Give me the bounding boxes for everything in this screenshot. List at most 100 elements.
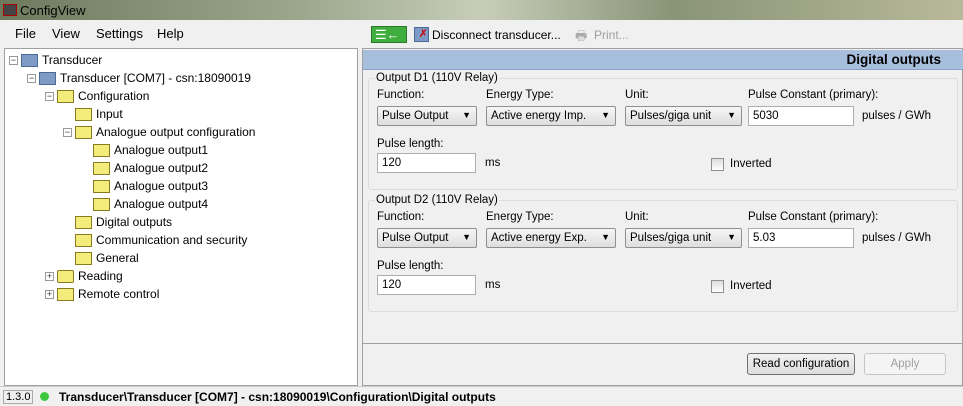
energy-type-label: Energy Type: [486,89,554,101]
energy-type-value: Active energy Exp. [491,232,587,244]
energy-type-label: Energy Type: [486,211,554,223]
tree-item[interactable]: + Remote control [45,285,159,303]
function-value: Pulse Output [382,232,449,244]
folder-edit-icon [93,179,110,193]
apply-button[interactable]: Apply [864,353,946,375]
energy-type-select[interactable]: Active energy Exp. ▼ [486,228,616,248]
device-icon [21,53,38,67]
ms-unit-label: ms [485,157,501,169]
tree-item-label: Transducer [COM7] - csn:18090019 [60,71,251,85]
folder-edit-icon [75,251,92,265]
version-label: 1.3.0 [3,390,34,404]
inverted-label[interactable]: Inverted [730,158,772,170]
tree-item[interactable]: Input [75,105,123,123]
folder-edit-icon [93,197,110,211]
folder-edit-icon [57,89,74,103]
disconnect-icon: ✗ [414,27,429,42]
print-button[interactable]: Print... [594,28,629,42]
menu-view[interactable]: View [52,26,80,41]
group-title: Output D2 (110V Relay) [375,194,499,206]
tree-item-label: Input [96,107,123,121]
pulse-constant-unit: pulses / GWh [862,110,932,122]
tree-item[interactable]: − Transducer [COM7] - csn:18090019 [27,69,251,87]
tree-item[interactable]: + Reading [45,267,123,285]
ms-unit-label: ms [485,279,501,291]
function-select[interactable]: Pulse Output ▼ [377,228,477,248]
tree-item-label: General [96,251,139,265]
output-group-d1: Output D1 (110V Relay) Function: Energy … [368,72,958,190]
pulse-constant-input[interactable]: 5.03 [748,228,854,248]
tree-item-label: Transducer [42,53,103,67]
energy-type-select[interactable]: Active energy Imp. ▼ [486,106,616,126]
menu-help[interactable]: Help [157,26,184,41]
folder-edit-icon [93,143,110,157]
tree-item-label: Remote control [78,287,160,301]
panel-title: Digital outputs [846,52,942,67]
folder-edit-icon [75,233,92,247]
tree-item-label: Digital outputs [96,215,173,229]
menu-settings[interactable]: Settings [96,26,143,41]
tree-item[interactable]: Analogue output2 [93,159,208,177]
tree-item[interactable]: Analogue output3 [93,177,208,195]
folder-icon [57,287,74,301]
unit-value: Pulses/giga unit [630,110,712,122]
dropdown-arrow-icon: ▼ [727,232,736,242]
output-group-d2: Output D2 (110V Relay) Function: Energy … [368,194,958,312]
status-path: Transducer\Transducer [COM7] - csn:18090… [59,390,496,404]
dropdown-arrow-icon: ▼ [727,110,736,120]
group-title: Output D1 (110V Relay) [375,72,499,84]
dropdown-arrow-icon: ▼ [601,232,610,242]
pulse-length-input[interactable]: 120 [377,275,476,295]
tree-item-label: Analogue output2 [114,161,209,175]
read-configuration-button[interactable]: Read configuration [747,353,855,375]
energy-type-value: Active energy Imp. [491,110,587,122]
function-select[interactable]: Pulse Output ▼ [377,106,477,126]
tree-item[interactable]: − Transducer [9,51,102,69]
title-bar: ConfigView [0,0,963,20]
navigation-tree[interactable]: − Transducer − Transducer [COM7] - csn:1809… [4,48,358,386]
inverted-checkbox[interactable] [711,158,724,171]
tree-item-label: Reading [78,269,123,283]
unit-label: Unit: [625,89,649,101]
disconnect-button[interactable]: Disconnect transducer... [432,28,561,42]
tree-item[interactable]: Analogue output1 [93,141,208,159]
tree-item[interactable]: General [75,249,139,267]
tree-item[interactable]: − Configuration [45,87,149,105]
menu-file[interactable]: File [15,26,36,41]
unit-value: Pulses/giga unit [630,232,712,244]
device-icon [39,71,56,85]
inverted-label[interactable]: Inverted [730,280,772,292]
expander-minus-icon[interactable]: − [45,91,54,101]
divider [363,343,962,344]
folder-icon [75,125,92,139]
tree-item[interactable]: − Analogue output configuration [63,123,255,141]
app-icon [3,4,17,16]
pulse-constant-input[interactable]: 5030 [748,106,854,126]
expander-plus-icon[interactable]: + [45,271,54,281]
dropdown-arrow-icon: ▼ [462,232,471,242]
dropdown-arrow-icon: ▼ [601,110,610,120]
expander-minus-icon[interactable]: − [27,73,36,83]
dropdown-arrow-icon: ▼ [462,110,471,120]
unit-select[interactable]: Pulses/giga unit ▼ [625,106,742,126]
folder-edit-icon [93,161,110,175]
unit-select[interactable]: Pulses/giga unit ▼ [625,228,742,248]
unit-label: Unit: [625,211,649,223]
expander-minus-icon[interactable]: − [9,55,18,65]
connection-toggle-button[interactable]: ☰← [371,26,407,43]
tree-item[interactable]: Digital outputs [75,213,172,231]
expander-plus-icon[interactable]: + [45,289,54,299]
pulse-length-input[interactable]: 120 [377,153,476,173]
window-title: ConfigView [20,3,86,18]
pulse-constant-label: Pulse Constant (primary): [748,89,879,101]
tree-item[interactable]: Analogue output4 [93,195,208,213]
tree-item[interactable]: Communication and security [75,231,247,249]
folder-edit-icon [75,107,92,121]
folder-edit-icon [75,215,92,229]
connection-status-icon [40,392,49,401]
tree-item-label: Analogue output3 [114,179,209,193]
expander-minus-icon[interactable]: − [63,127,72,137]
panel-header: Digital outputs [363,50,963,70]
inverted-checkbox[interactable] [711,280,724,293]
pulse-constant-label: Pulse Constant (primary): [748,211,879,223]
